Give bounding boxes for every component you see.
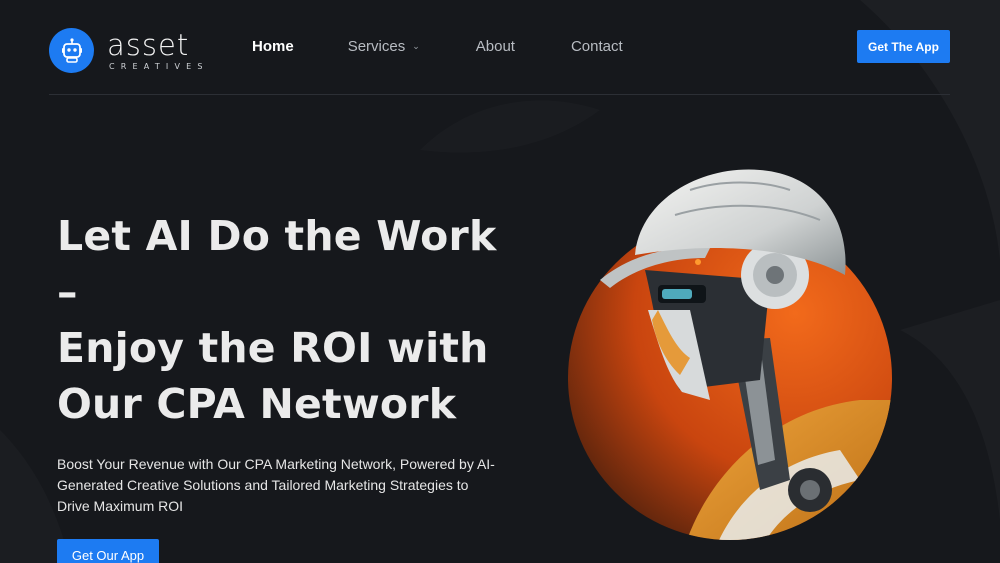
hero-heading-line1: Let AI Do the Work – [57,212,497,316]
brand-tagline: CREATIVES [109,62,209,71]
nav-contact-label: Contact [570,38,623,55]
robot-hardhat-illustration [568,169,892,540]
brand-logo[interactable]: asset CREATIVES [49,28,209,73]
nav-about-label: About [475,38,515,55]
main-nav: Home Services ⌄ About Contact [252,38,679,55]
nav-contact[interactable]: Contact [571,38,623,55]
hero-heading: Let AI Do the Work – Enjoy the ROI with … [57,208,527,432]
hero-heading-line3: Our CPA Network [57,380,457,428]
robot-icon [49,28,94,73]
get-the-app-button[interactable]: Get The App [857,30,950,63]
site-header: asset CREATIVES Home Services ⌄ About Con… [49,0,950,95]
hero-heading-line2: Enjoy the ROI with [57,324,489,372]
nav-home[interactable]: Home [252,38,294,55]
chevron-down-icon: ⌄ [412,41,420,51]
nav-about[interactable]: About [476,38,515,55]
nav-services[interactable]: Services ⌄ [348,38,420,55]
hero-description: Boost Your Revenue with Our CPA Marketin… [57,456,495,514]
brand-name: asset [107,28,190,62]
hero-section: Let AI Do the Work – Enjoy the ROI with … [57,208,527,563]
get-our-app-button[interactable]: Get Our App [57,539,159,563]
nav-home-label: Home [252,38,294,55]
nav-services-label: Services [347,38,406,55]
